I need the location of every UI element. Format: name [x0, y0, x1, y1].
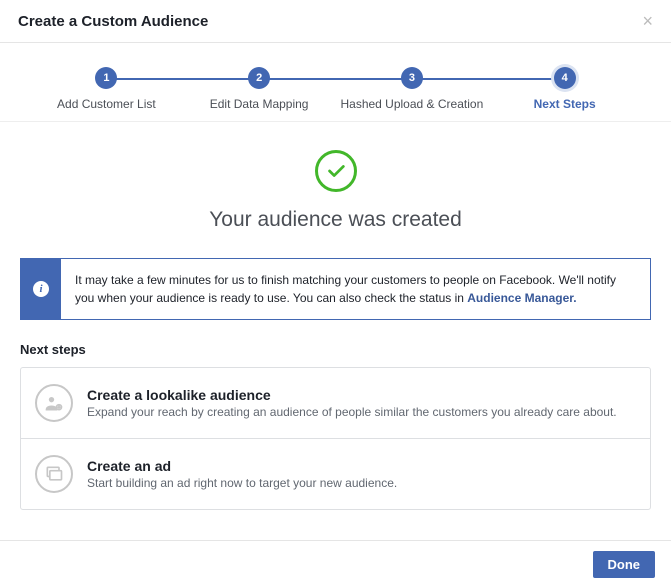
option-create-lookalike[interactable]: Create a lookalike audience Expand your …: [21, 368, 650, 438]
step-number: 4: [554, 67, 576, 89]
step-add-customer-list[interactable]: 1 Add Customer List: [30, 67, 183, 111]
step-hashed-upload[interactable]: 3 Hashed Upload & Creation: [336, 67, 489, 111]
option-desc: Start building an ad right now to target…: [87, 476, 636, 490]
info-icon-column: i: [21, 259, 61, 319]
next-steps-heading: Next steps: [20, 342, 651, 357]
close-icon[interactable]: ×: [642, 12, 653, 30]
lookalike-audience-icon: [35, 384, 73, 422]
info-notice: i It may take a few minutes for us to fi…: [20, 258, 651, 320]
next-steps-options: Create a lookalike audience Expand your …: [20, 367, 651, 510]
step-label: Hashed Upload & Creation: [336, 97, 489, 111]
step-next-steps[interactable]: 4 Next Steps: [488, 67, 641, 111]
audience-manager-link[interactable]: Audience Manager.: [467, 291, 576, 305]
success-check-icon: [315, 150, 357, 192]
option-title: Create a lookalike audience: [87, 387, 636, 403]
info-text: It may take a few minutes for us to fini…: [61, 259, 650, 319]
step-label: Add Customer List: [30, 97, 183, 111]
create-ad-icon: [35, 455, 73, 493]
option-desc: Expand your reach by creating an audienc…: [87, 405, 636, 419]
step-number: 2: [248, 67, 270, 89]
dialog-header: Create a Custom Audience ×: [0, 0, 671, 43]
success-message: Your audience was created: [0, 122, 671, 258]
step-label: Edit Data Mapping: [183, 97, 336, 111]
dialog-title: Create a Custom Audience: [18, 13, 208, 30]
step-label: Next Steps: [488, 97, 641, 111]
done-button[interactable]: Done: [593, 551, 656, 578]
step-edit-data-mapping[interactable]: 2 Edit Data Mapping: [183, 67, 336, 111]
step-number: 1: [95, 67, 117, 89]
option-create-ad[interactable]: Create an ad Start building an ad right …: [21, 438, 650, 509]
dialog-footer: Done: [0, 540, 671, 588]
step-number: 3: [401, 67, 423, 89]
success-title: Your audience was created: [20, 208, 651, 232]
option-title: Create an ad: [87, 458, 636, 474]
stepper: 1 Add Customer List 2 Edit Data Mapping …: [0, 43, 671, 122]
info-icon: i: [33, 281, 49, 297]
